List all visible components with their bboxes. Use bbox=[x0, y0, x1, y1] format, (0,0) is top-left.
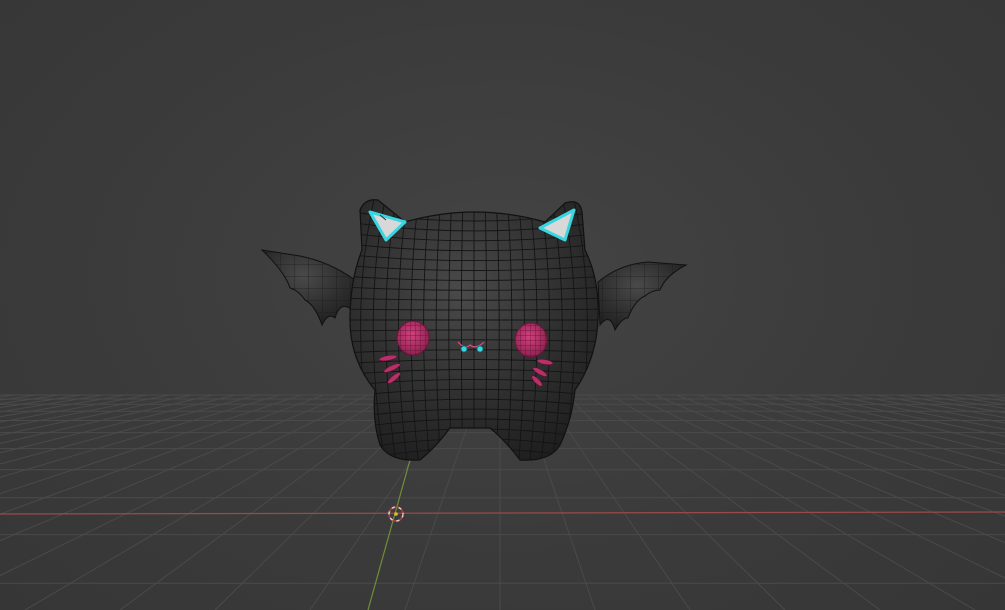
left-cheek bbox=[396, 320, 430, 356]
right-wing bbox=[597, 261, 688, 332]
3d-viewport[interactable] bbox=[0, 0, 1005, 610]
right-cheek bbox=[514, 322, 548, 358]
left-wing bbox=[260, 249, 356, 327]
viewport-canvas[interactable] bbox=[0, 0, 1005, 610]
creature-body bbox=[349, 199, 599, 461]
x-axis-line bbox=[0, 511, 1005, 515]
